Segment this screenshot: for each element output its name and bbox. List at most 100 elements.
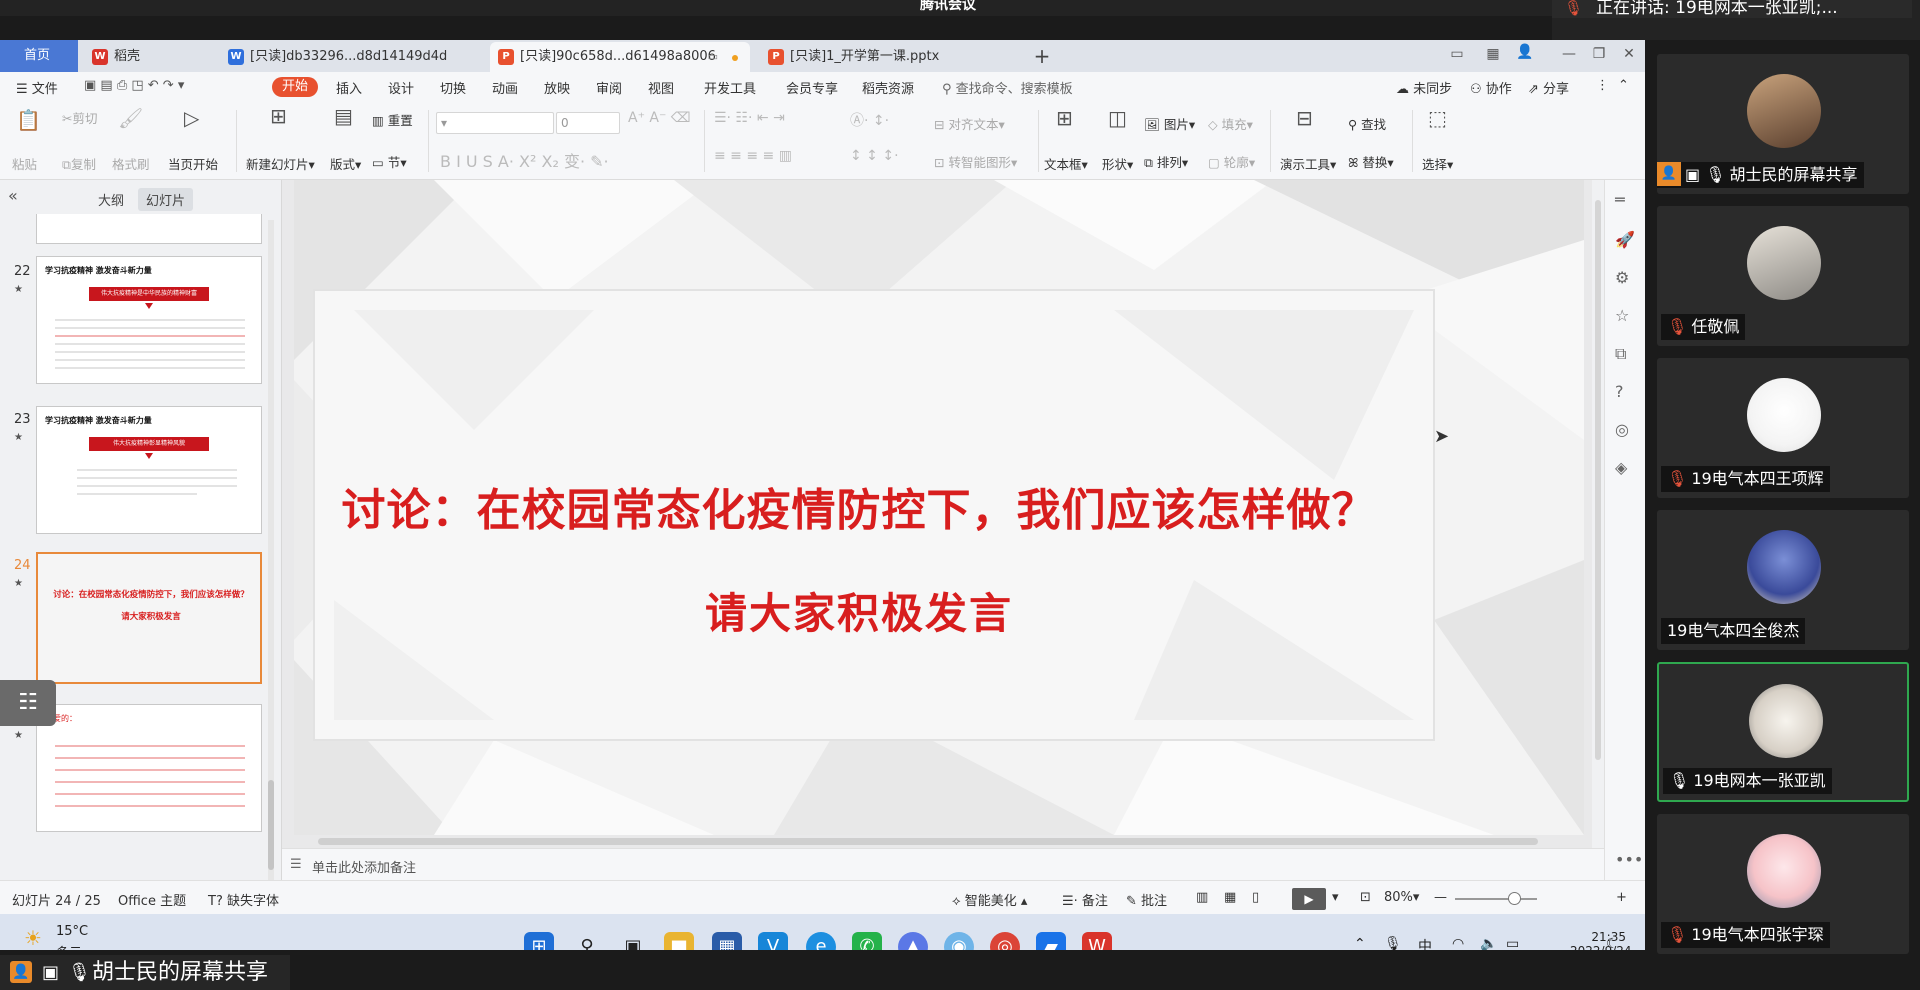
participant-card[interactable]: 🎙 19电气本四王项辉	[1657, 358, 1909, 498]
reading-view-icon[interactable]: ▯	[1252, 890, 1259, 905]
notes-bar[interactable]: ☰ 单击此处添加备注	[282, 848, 1604, 880]
menu-insert[interactable]: 插入	[336, 78, 362, 97]
tab-slides[interactable]: 幻灯片	[138, 188, 194, 211]
menu-transition[interactable]: 切换	[440, 78, 466, 97]
zoom-level[interactable]: 80%▾	[1384, 890, 1419, 905]
collapse-lines-icon[interactable]: ═	[1615, 190, 1625, 209]
slide-thumb-25[interactable]: 亲爱的：	[36, 704, 262, 832]
copy-button[interactable]: ⧉复制	[62, 154, 96, 173]
arrange-button[interactable]: ⧉ 排列▾	[1144, 152, 1188, 171]
menu-home[interactable]: 开始	[272, 77, 319, 97]
pane-scrollbar[interactable]	[268, 220, 274, 880]
slide-24[interactable]: 讨论：在校园常态化疫情防控下，我们应该怎样做？ 请大家积极发言 ➤	[294, 180, 1584, 835]
tab-docer[interactable]: W 稻壳	[84, 42, 214, 72]
participant-card[interactable]: 👤 ▣ 🎙 胡士民的屏幕共享	[1657, 54, 1909, 194]
tab-outline[interactable]: 大纲	[98, 190, 124, 209]
sorter-view-icon[interactable]: ▦	[1224, 890, 1236, 905]
canvas-v-scrollbar[interactable]	[1592, 180, 1604, 848]
fit-window-icon[interactable]: ⊡	[1360, 890, 1371, 905]
tab-home[interactable]: 首页	[0, 40, 78, 72]
file-menu[interactable]: ☰ 文件	[16, 78, 58, 97]
minimize-icon[interactable]: —	[1558, 46, 1580, 62]
reset-button[interactable]: ▥ 重置	[372, 110, 413, 129]
from-current-button[interactable]: 当页开始	[168, 154, 218, 173]
line-spacing-icons[interactable]: ↕ ↕ ↕·	[850, 148, 899, 164]
star-pin-icon[interactable]: ☆	[1615, 306, 1629, 325]
comment-toggle[interactable]: ✎ 批注	[1126, 890, 1167, 909]
text-box-button[interactable]: 文本框▾	[1044, 154, 1088, 173]
menu-docer-resources[interactable]: 稻壳资源	[862, 78, 914, 97]
transition-icon[interactable]: ⧉	[1615, 344, 1626, 364]
layout-button[interactable]: 版式▾	[330, 154, 361, 173]
sync-status[interactable]: ☁ 未同步	[1396, 78, 1452, 97]
play-options-icon[interactable]: ▾	[1332, 890, 1339, 905]
new-slide-button[interactable]: 新建幻灯片▾	[246, 154, 315, 173]
collapse-ribbon-icon[interactable]: ⌃	[1618, 78, 1629, 93]
zoom-slider-knob[interactable]	[1508, 892, 1521, 905]
more-icon[interactable]: ⋮	[1596, 78, 1609, 93]
font-size-combo[interactable]: 0	[556, 112, 620, 134]
beautify-button[interactable]: ⟡ 智能美化 ▴	[952, 890, 1027, 909]
location-icon[interactable]: ◈	[1615, 458, 1627, 477]
tab-ppt-90c658d[interactable]: P [只读]90c658d...d61498a8006 ▭	[490, 42, 750, 72]
menu-developer[interactable]: 开发工具	[704, 78, 756, 97]
restore-icon[interactable]: ❐	[1588, 46, 1610, 62]
section-button[interactable]: ▭ 节▾	[372, 152, 407, 171]
format-painter-button[interactable]: 格式刷	[112, 154, 150, 173]
canvas-h-scrollbar[interactable]	[292, 836, 1582, 846]
tab-ppt-kaixue[interactable]: P [只读]1_开学第一课.pptx	[760, 42, 1020, 72]
new-tab-button[interactable]: +	[1030, 42, 1054, 70]
zoom-slider-track[interactable]	[1455, 898, 1537, 900]
collab-button[interactable]: ⚇ 协作	[1470, 78, 1512, 97]
select-button[interactable]: 选择▾	[1422, 154, 1453, 173]
slide-thumb-24[interactable]: 讨论：在校园常态化疫情防控下，我们应该怎样做？ 请大家积极发言	[36, 552, 262, 684]
ai-icon[interactable]: ◎	[1615, 420, 1629, 439]
share-button[interactable]: ⇗ 分享	[1528, 78, 1569, 97]
shape-button[interactable]: 形状▾	[1102, 154, 1133, 173]
participant-card[interactable]: 🎙 任敬佩	[1657, 206, 1909, 346]
paste-button[interactable]: 粘贴	[12, 154, 37, 173]
cut-button[interactable]: ✂剪切	[62, 108, 98, 127]
find-button[interactable]: ⚲ 查找	[1348, 114, 1386, 133]
slide-subtitle[interactable]: 请大家积极发言	[294, 580, 1424, 641]
font-size-adjust-icons[interactable]: A⁺ A⁻ ⌫	[628, 110, 691, 126]
menu-review[interactable]: 审阅	[596, 78, 622, 97]
list-icons[interactable]: ☰· ☷· ⇤ ⇥	[714, 110, 785, 126]
layout-icon[interactable]: ▭	[1446, 46, 1468, 62]
grid-icon[interactable]: ▦	[1482, 46, 1504, 62]
text-direction-icons[interactable]: Ⓐ· ↕·	[850, 110, 889, 130]
menu-slideshow[interactable]: 放映	[544, 78, 570, 97]
help-icon[interactable]: ?	[1615, 382, 1624, 401]
collapse-pane-icon[interactable]: «	[8, 186, 18, 205]
quick-access-icons[interactable]: ▣ ▤ ⎙ ◳ ↶ ↷ ▾	[84, 78, 184, 93]
slide-thumb-22[interactable]: 学习抗疫精神 激发奋斗新力量 伟大抗疫精神是中华民族的精神财富	[36, 256, 262, 384]
participant-card[interactable]: 🎙 19电气本四张宇琛	[1657, 814, 1909, 954]
slide-title[interactable]: 讨论：在校园常态化疫情防控下，我们应该怎样做？	[294, 474, 1424, 538]
picture-button[interactable]: 🖼 图片▾	[1144, 114, 1195, 133]
paragraph-align-icons[interactable]: ≡ ≡ ≡ ≡ ▥	[714, 148, 792, 164]
play-slideshow-button[interactable]: ▶	[1292, 888, 1326, 910]
slide-thumb-21[interactable]	[36, 214, 262, 244]
presenter-tools-button[interactable]: 演示工具▾	[1280, 154, 1336, 173]
align-text-button[interactable]: ⊟ 对齐文本▾	[934, 114, 1005, 133]
more-dots-icon[interactable]: •••	[1615, 850, 1643, 869]
participant-card-speaking[interactable]: 🎙 19电网本一张亚凯	[1657, 662, 1909, 802]
menu-view[interactable]: 视图	[648, 78, 674, 97]
zoom-in-button[interactable]: +	[1616, 890, 1627, 905]
theme-name[interactable]: Office 主题	[118, 890, 186, 909]
floating-list-icon[interactable]: ☷	[0, 680, 56, 726]
tab-doc-db33296[interactable]: W [只读]db33296...d8d14149d4d	[220, 42, 482, 72]
notes-toggle[interactable]: ☰· 备注	[1062, 890, 1108, 909]
smartart-button[interactable]: ⊡ 转智能图形▾	[934, 152, 1017, 171]
missing-font-button[interactable]: T? 缺失字体	[208, 890, 279, 909]
font-style-icons[interactable]: B I U S A· X² X₂ 变· ✎·	[440, 148, 609, 172]
replace-button[interactable]: ꕤ 替换▾	[1348, 152, 1394, 171]
participant-card[interactable]: 19电气本四全俊杰	[1657, 510, 1909, 650]
command-search[interactable]: ⚲ 查找命令、搜索模板	[942, 78, 1073, 97]
sliders-icon[interactable]: ⚙	[1615, 268, 1629, 287]
slide-thumb-23[interactable]: 学习抗疫精神 激发奋斗新力量 伟大抗疫精神彰显精神风貌	[36, 406, 262, 534]
menu-member[interactable]: 会员专享	[786, 78, 838, 97]
menu-design[interactable]: 设计	[388, 78, 414, 97]
menu-animation[interactable]: 动画	[492, 78, 518, 97]
font-name-combo[interactable]: ▾	[436, 112, 554, 134]
